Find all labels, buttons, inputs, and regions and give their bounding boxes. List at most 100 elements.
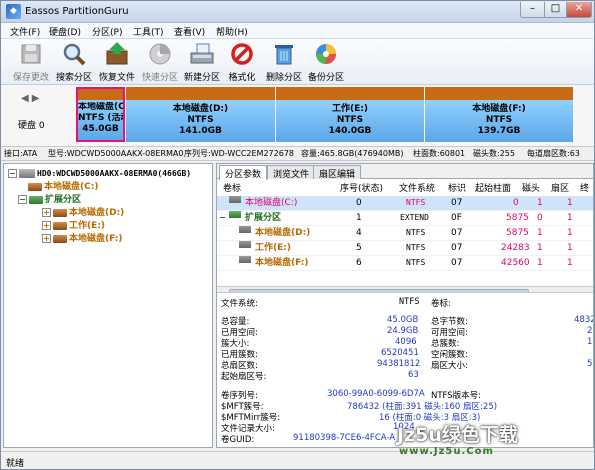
- partition-name: 本地磁盘(D:): [172, 104, 229, 114]
- watermark-text: Jz5u绿色下载: [397, 424, 518, 446]
- extended-partition-icon: [29, 195, 43, 204]
- tab-sector-edit[interactable]: 扇区编辑: [313, 165, 362, 180]
- table-row[interactable]: 本地磁盘(C:) 0 NTFS 07 0 1 1: [217, 196, 593, 211]
- hard-disk-icon: [19, 169, 35, 178]
- menu-help[interactable]: 帮助(H): [216, 25, 248, 38]
- tree-item-e[interactable]: + 工作(E:): [42, 220, 105, 232]
- disk-map: ◀▶ 硬盘 0 本地磁盘(C:) NTFS (活动) 45.0GB 本地磁盘(D…: [1, 85, 594, 147]
- right-panel: 分区参数 浏览文件 扇区编辑 卷标 序号(状态) 文件系统 标识 起始柱面 磁头…: [216, 163, 594, 448]
- partition-size: 139.7GB: [477, 126, 521, 136]
- disk-interface: 接口:ATA: [4, 149, 38, 158]
- disk-heads: 磁头数:255: [473, 149, 515, 158]
- partition-fs: NTFS: [336, 115, 364, 125]
- partition-fs: NTFS: [187, 115, 214, 125]
- disk-capacity: 容量:465.8GB(476940MB): [301, 149, 404, 158]
- col-header-sector[interactable]: 扇区: [551, 181, 569, 194]
- maximize-button[interactable]: □: [544, 2, 567, 18]
- recover-files-button[interactable]: 恢复文件: [95, 41, 139, 83]
- menu-view[interactable]: 查看(V): [174, 25, 205, 38]
- expand-icon[interactable]: +: [42, 234, 51, 243]
- table-row[interactable]: − 扩展分区 1 EXTEND 0F 5875 0 1: [217, 211, 593, 226]
- partition-block-c[interactable]: 本地磁盘(C:) NTFS (活动) 45.0GB: [76, 87, 125, 142]
- disk-label: 硬盘 0: [18, 121, 45, 131]
- backup-partition-button[interactable]: 备份分区: [304, 41, 348, 83]
- partition-block-e[interactable]: 工作(E:) NTFS 140.0GB: [276, 87, 424, 142]
- tree-item-c[interactable]: 本地磁盘(C:): [28, 181, 98, 193]
- recover-files-icon: [104, 41, 130, 67]
- disk-sectors: 每道扇区数:63: [527, 149, 580, 158]
- partition-name: 工作(E:): [332, 104, 368, 114]
- save-changes-label: 保存更改: [12, 73, 49, 83]
- tab-partition-params[interactable]: 分区参数: [219, 165, 268, 180]
- partition-name: 本地磁盘(C:): [78, 102, 123, 112]
- menu-bar: 文件(F) 硬盘(D) 分区(P) 工具(T) 查看(V) 帮助(H): [1, 23, 594, 39]
- tree-item-d[interactable]: + 本地磁盘(D:): [42, 207, 124, 219]
- partition-icon: [28, 182, 42, 191]
- col-header-end[interactable]: 终: [580, 181, 589, 194]
- format-button[interactable]: 格式化: [220, 41, 264, 83]
- disk-tree: − HD0:WDCWD5000AAKX-08ERMA0(466GB) 本地磁盘(C…: [3, 163, 213, 448]
- col-header-number[interactable]: 序号(状态): [340, 181, 383, 194]
- disk-cylinders: 柱面数:60801: [413, 149, 466, 158]
- partition-block-f[interactable]: 本地磁盘(F:) NTFS 139.7GB: [425, 87, 573, 142]
- partition-icon: [53, 221, 67, 230]
- close-button[interactable]: ✕: [566, 2, 592, 18]
- partitionguru-app-icon: ◆: [6, 4, 21, 19]
- delete-partition-icon: [271, 41, 297, 67]
- new-partition-button[interactable]: 新建分区: [180, 41, 224, 83]
- menu-partition[interactable]: 分区(P): [92, 25, 122, 38]
- partition-icon: [53, 234, 67, 243]
- minimize-button[interactable]: –: [520, 2, 545, 18]
- format-icon: [229, 41, 255, 67]
- tree-item-extended[interactable]: − 扩展分区: [18, 194, 81, 206]
- col-header-fs[interactable]: 文件系统: [399, 181, 435, 194]
- delete-partition-label: 删除分区: [265, 73, 302, 83]
- backup-partition-label: 备份分区: [307, 73, 344, 83]
- tab-strip: 分区参数 浏览文件 扇区编辑: [217, 164, 593, 180]
- expand-icon[interactable]: +: [42, 221, 51, 230]
- tree-disk-node[interactable]: − HD0:WDCWD5000AAKX-08ERMA0(466GB): [8, 168, 191, 180]
- tab-browse-files[interactable]: 浏览文件: [267, 165, 316, 180]
- search-partition-label: 搜索分区: [55, 73, 92, 83]
- quick-partition-button[interactable]: 快速分区: [138, 41, 182, 83]
- partition-icon: [53, 208, 67, 217]
- expand-icon[interactable]: +: [42, 208, 51, 217]
- toolbar: 保存更改 搜索分区 恢复文件 快速分区 新建分区 格式化 删除分区 备份分区: [1, 39, 594, 85]
- collapse-icon[interactable]: −: [18, 195, 27, 204]
- col-header-start-cyl[interactable]: 起始柱面: [475, 181, 511, 194]
- window-title: Eassos PartitionGuru: [25, 6, 129, 17]
- partition-size: 140.0GB: [328, 126, 372, 136]
- recover-files-label: 恢复文件: [98, 73, 135, 83]
- collapse-icon[interactable]: −: [8, 169, 17, 178]
- partition-fs: NTFS (活动): [78, 113, 123, 123]
- col-header-label[interactable]: 卷标: [223, 181, 241, 194]
- col-header-id[interactable]: 标识: [448, 181, 466, 194]
- quick-partition-label: 快速分区: [141, 73, 178, 83]
- table-row[interactable]: 工作(E:) 5 NTFS 07 24283 1 1: [217, 241, 593, 256]
- menu-disk[interactable]: 硬盘(D): [49, 25, 81, 38]
- delete-partition-button[interactable]: 删除分区: [262, 41, 306, 83]
- disk-nav-arrows[interactable]: ◀▶: [21, 93, 42, 104]
- title-bar: ◆ Eassos PartitionGuru – □ ✕: [1, 1, 594, 23]
- partition-name: 本地磁盘(F:): [472, 104, 526, 114]
- new-partition-icon: [189, 41, 215, 67]
- watermark: Jz5u绿色下载 www.Jz5u.Com: [391, 420, 594, 460]
- search-partition-button[interactable]: 搜索分区: [52, 41, 96, 83]
- partition-size: 45.0GB: [82, 124, 119, 134]
- table-row[interactable]: 本地磁盘(F:) 6 NTFS 07 42560 1 1: [217, 256, 593, 271]
- save-icon: [18, 41, 44, 67]
- menu-tools[interactable]: 工具(T): [133, 25, 164, 38]
- tree-item-f[interactable]: + 本地磁盘(F:): [42, 233, 122, 245]
- disk-model: 型号:WDCWD5000AAKX-08ERMA0: [48, 149, 184, 158]
- table-row[interactable]: 本地磁盘(D:) 4 NTFS 07 5875 1 1: [217, 226, 593, 241]
- partition-size: 141.0GB: [179, 126, 222, 136]
- save-changes-button[interactable]: 保存更改: [9, 41, 53, 83]
- status-text: 就绪: [6, 459, 25, 469]
- disk-serial: 序列号:WD-WCC2EM272678: [184, 149, 294, 158]
- partition-table: 卷标 序号(状态) 文件系统 标识 起始柱面 磁头 扇区 终 本地磁盘(C:) …: [217, 180, 593, 298]
- partition-fs: NTFS: [485, 115, 513, 125]
- menu-file[interactable]: 文件(F): [10, 25, 40, 38]
- col-header-head[interactable]: 磁头: [522, 181, 540, 194]
- backup-partition-icon: [313, 41, 339, 67]
- partition-block-d[interactable]: 本地磁盘(D:) NTFS 141.0GB: [126, 87, 275, 142]
